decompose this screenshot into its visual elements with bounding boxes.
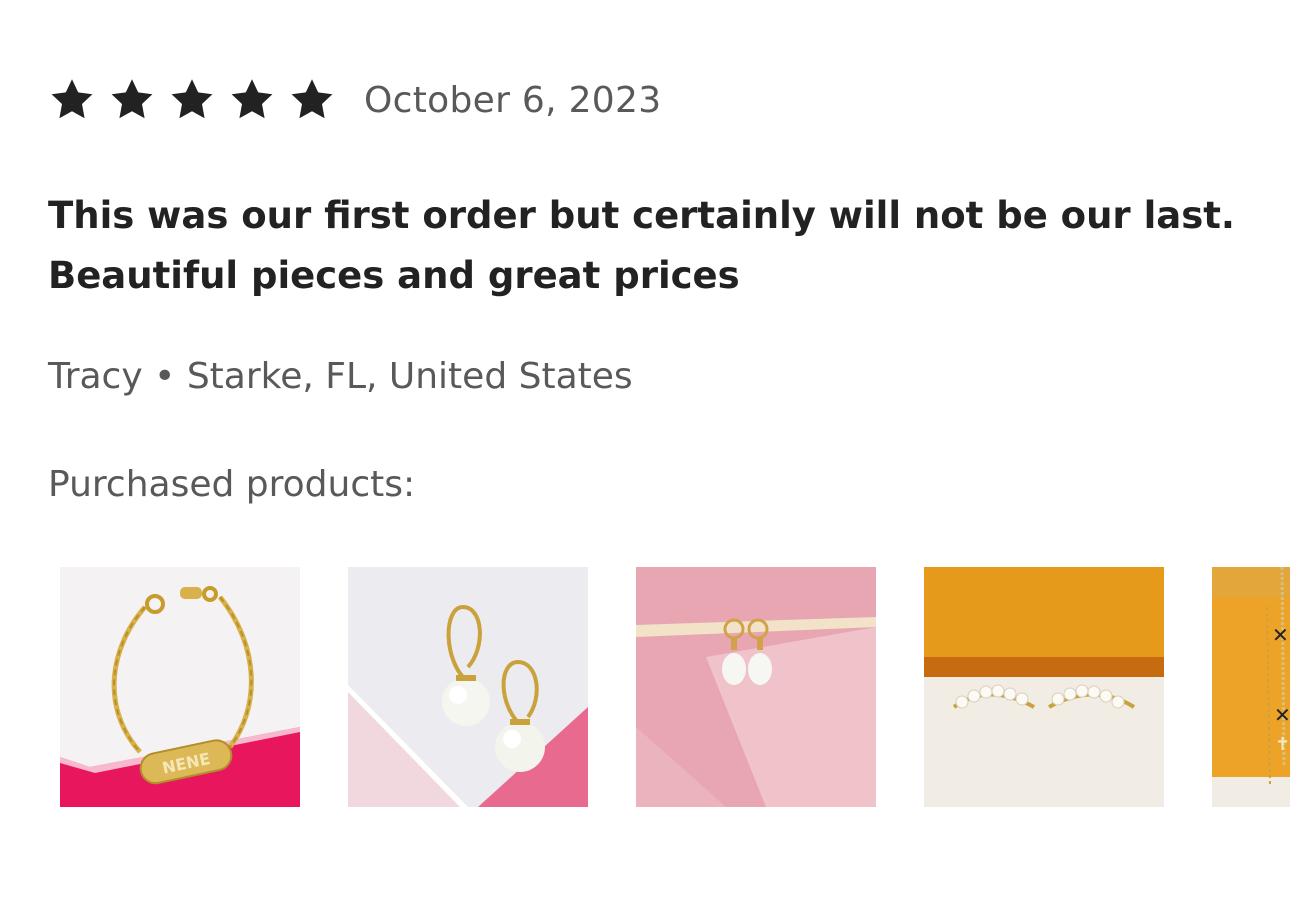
star-icon [288, 76, 336, 124]
product-thumbnail-pearl-huggie-earrings[interactable] [636, 567, 876, 807]
product-thumbnail-bracelet[interactable]: NENE [60, 567, 300, 807]
review-text: This was our first order but certainly w… [48, 194, 1235, 297]
product-thumbnail-cross-chain[interactable]: ✕ ✕ ✝ [1212, 567, 1290, 807]
star-icon [228, 76, 276, 124]
reviewer-name[interactable]: Tracy [48, 356, 143, 397]
rating-row: October 6, 2023 [48, 72, 661, 128]
svg-text:✕: ✕ [1272, 623, 1289, 647]
star-icon [168, 76, 216, 124]
separator-dot: • [154, 356, 176, 397]
svg-text:✕: ✕ [1274, 703, 1290, 727]
reviewer-info: Tracy • Starke, FL, United States [48, 356, 633, 397]
pearl-huggie-earrings-image [636, 567, 876, 807]
star-rating [48, 76, 336, 124]
review-card: October 6, 2023 This was our first order… [48, 0, 1290, 897]
review-date: October 6, 2023 [364, 79, 662, 121]
purchased-products-list: NENE ✕ ✕ ✝ [60, 567, 1290, 807]
purchased-products-label: Purchased products: [48, 464, 416, 505]
pearl-climber-earrings-image [924, 567, 1164, 807]
star-icon [48, 76, 96, 124]
cross-chain-image: ✕ ✕ ✝ [1212, 567, 1290, 807]
star-icon [108, 76, 156, 124]
product-thumbnail-pearl-lever-earrings[interactable] [348, 567, 588, 807]
pearl-lever-earrings-image [348, 567, 588, 807]
reviewer-location: Starke, FL, United States [186, 356, 633, 397]
bracelet-image: NENE [60, 567, 300, 807]
product-thumbnail-pearl-climber-earrings[interactable] [924, 567, 1164, 807]
svg-text:✝: ✝ [1275, 734, 1290, 755]
